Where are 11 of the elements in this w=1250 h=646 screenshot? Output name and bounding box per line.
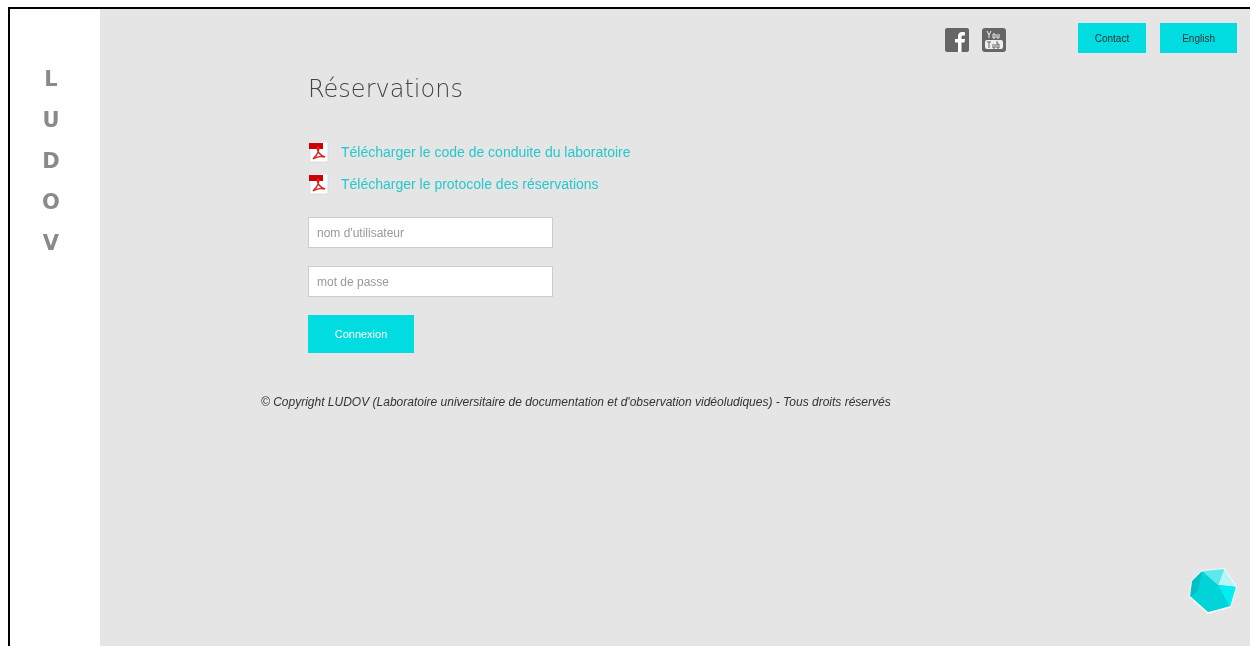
pdf-icon bbox=[308, 141, 330, 163]
copyright-text: © Copyright LUDOV (Laboratoire universitaire de documentation et d'observation vidéoludiques) - Tous droits réservés bbox=[261, 395, 891, 409]
username-field[interactable]: nom d'utilisateur bbox=[308, 217, 553, 248]
youtube-icon[interactable] bbox=[981, 28, 1006, 52]
facebook-icon[interactable] bbox=[944, 28, 969, 52]
password-field[interactable]: mot de passe bbox=[308, 266, 553, 297]
page-title: Réservations bbox=[308, 75, 463, 103]
language-button[interactable]: English bbox=[1160, 23, 1237, 53]
contact-button[interactable]: Contact bbox=[1077, 23, 1147, 53]
ludov-logo[interactable]: LUDOV bbox=[40, 59, 62, 646]
pdf-icon bbox=[308, 173, 330, 195]
